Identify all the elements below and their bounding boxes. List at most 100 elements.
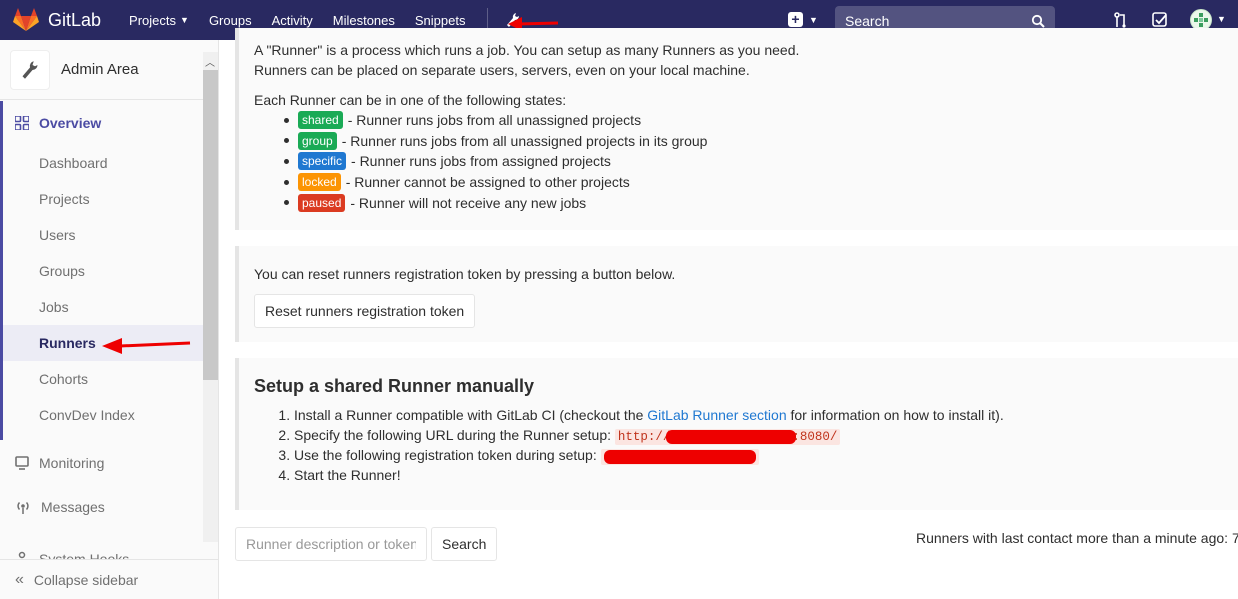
status-badge-group: group: [298, 131, 337, 150]
list-item: Install a Runner compatible with GitLab …: [294, 405, 1238, 425]
state-description: - Runner will not receive any new jobs: [350, 194, 587, 211]
sidebar-item-messages[interactable]: Messages: [0, 485, 203, 529]
sidebar-item-dashboard[interactable]: Dashboard: [3, 145, 203, 181]
broadcast-icon: [17, 501, 29, 514]
nav-snippets[interactable]: Snippets: [415, 13, 466, 28]
list-item: Start the Runner!: [294, 465, 1238, 485]
plus-square-icon: +: [788, 12, 803, 27]
list-item: Use the following registration token dur…: [294, 445, 1238, 465]
sidebar-item-system-hooks[interactable]: System Hooks: [0, 529, 203, 559]
runner-info-callout: A "Runner" is a process which runs a job…: [235, 28, 1238, 230]
list-item: shared - Runner runs jobs from all unassi…: [284, 110, 1238, 131]
runner-search-button[interactable]: Search: [431, 527, 498, 561]
reset-token-text: You can reset runners registration token…: [254, 266, 676, 282]
annotation-arrow-icon: [102, 338, 191, 354]
sidebar-item-label: Messages: [41, 499, 105, 515]
sidebar-item-users[interactable]: Users: [3, 217, 203, 253]
admin-area-avatar: [10, 49, 50, 90]
new-dropdown[interactable]: + ▼: [788, 12, 818, 27]
state-description: - Runner runs jobs from all unassigned p…: [341, 132, 708, 149]
sidebar-item-monitoring[interactable]: Monitoring: [0, 441, 203, 485]
collapse-sidebar-label: Collapse sidebar: [33, 571, 139, 588]
reset-token-button[interactable]: Reset runners registration token: [254, 294, 476, 328]
nav-projects-label: Projects: [129, 12, 177, 28]
merge-request-icon[interactable]: [1112, 11, 1130, 29]
step3-text: Use the following registration token dur…: [294, 447, 597, 463]
runner-url-start: http://: [617, 430, 671, 444]
top-nav-links: Projects ▼ Groups Activity Milestones Sni…: [129, 13, 485, 28]
sidebar-item-cohorts[interactable]: Cohorts: [3, 361, 203, 397]
double-chevron-left-icon: «: [15, 570, 24, 588]
sidebar-item-label: System Hooks: [39, 551, 130, 559]
chevron-down-icon: ▼: [180, 15, 189, 25]
sidebar-item-projects[interactable]: Projects: [3, 181, 203, 217]
brand-name: GitLab: [48, 9, 102, 30]
sidebar: Admin Area Overview Dashboard Projects U…: [0, 40, 219, 599]
nav-activity[interactable]: Activity: [272, 13, 313, 28]
search-input[interactable]: [845, 12, 1031, 29]
status-badge-paused: paused: [298, 193, 346, 212]
setup-runner-title: Setup a shared Runner manually: [254, 376, 535, 396]
hook-icon: [18, 551, 26, 559]
list-item: specific - Runner runs jobs from assigned…: [284, 151, 1238, 172]
step4-text: Start the Runner!: [294, 467, 401, 483]
runner-states-list: shared - Runner runs jobs from all unassi…: [284, 110, 1238, 213]
collapse-sidebar-button[interactable]: « Collapse sidebar: [0, 559, 218, 599]
main-content: A "Runner" is a process which runs a job…: [219, 28, 1238, 599]
runner-url-code: http:// :8080/: [614, 429, 841, 445]
overview-grid-icon: [15, 116, 29, 130]
runner-intro-line1: A "Runner" is a process which runs a job…: [254, 42, 800, 58]
runner-filter-input[interactable]: [235, 527, 427, 561]
runner-intro-line2: Runners can be placed on separate users,…: [254, 62, 750, 78]
sidebar-item-groups[interactable]: Groups: [3, 253, 203, 289]
nav-projects[interactable]: Projects ▼: [129, 13, 189, 28]
reset-token-callout: You can reset runners registration token…: [235, 246, 1238, 342]
sidebar-item-jobs[interactable]: Jobs: [3, 289, 203, 325]
bullet: [284, 158, 289, 164]
monitor-icon: [15, 456, 29, 470]
redaction-mark: [666, 429, 797, 444]
registration-token-code: [600, 449, 759, 465]
nav-groups[interactable]: Groups: [209, 13, 252, 28]
status-badge-shared: shared: [298, 111, 343, 130]
status-badge-specific: specific: [298, 152, 347, 171]
runners-contact-count: Runners with last contact more than a mi…: [916, 530, 1238, 546]
sidebar-scrollbar-thumb[interactable]: [203, 70, 218, 380]
step1-text-end: for information on how to install it).: [786, 407, 1004, 423]
step1-text: Install a Runner compatible with GitLab …: [294, 407, 648, 423]
bullet: [284, 138, 289, 144]
status-badge-locked: locked: [298, 173, 341, 192]
wrench-icon: [22, 60, 38, 79]
gitlab-logo-icon: [13, 8, 39, 31]
state-description: - Runner cannot be assigned to other pro…: [345, 174, 630, 191]
state-description: - Runner runs jobs from all unassigned p…: [347, 112, 642, 129]
list-item: group - Runner runs jobs from all unassig…: [284, 131, 1238, 152]
todo-check-icon[interactable]: [1151, 11, 1169, 29]
list-item: locked - Runner cannot be assigned to oth…: [284, 172, 1238, 193]
redaction-mark: [603, 449, 756, 464]
chevron-down-icon[interactable]: ▼: [1217, 14, 1226, 24]
chevron-up-icon[interactable]: ︿: [205, 54, 215, 69]
state-description: - Runner runs jobs from assigned project…: [351, 153, 611, 170]
bullet: [284, 200, 289, 206]
chevron-down-icon: ▼: [809, 14, 818, 25]
sidebar-item-label: Monitoring: [39, 455, 105, 471]
sidebar-item-overview[interactable]: Overview: [3, 101, 203, 145]
bullet: [284, 117, 289, 123]
search-icon: [1031, 14, 1045, 28]
sidebar-item-convdev-index[interactable]: ConvDev Index: [3, 397, 203, 433]
bullet: [284, 179, 289, 185]
setup-runner-callout: Setup a shared Runner manually Install a…: [235, 358, 1238, 510]
home-link[interactable]: GitLab: [12, 8, 101, 32]
list-item: Specify the following URL during the Run…: [294, 425, 1238, 445]
setup-steps-list: Install a Runner compatible with GitLab …: [294, 405, 1238, 485]
runner-url-end: :8080/: [792, 430, 838, 444]
admin-area-title: Admin Area: [61, 61, 139, 78]
sidebar-overview-group: Overview Dashboard Projects Users Groups…: [0, 101, 203, 440]
list-item: paused - Runner will not receive any new …: [284, 192, 1238, 213]
gitlab-runner-section-link[interactable]: GitLab Runner section: [647, 407, 786, 423]
nav-milestones[interactable]: Milestones: [333, 13, 395, 28]
sidebar-context-header[interactable]: Admin Area: [0, 40, 203, 100]
step2-text: Specify the following URL during the Run…: [294, 427, 611, 443]
states-intro: Each Runner can be in one of the followi…: [254, 92, 567, 108]
